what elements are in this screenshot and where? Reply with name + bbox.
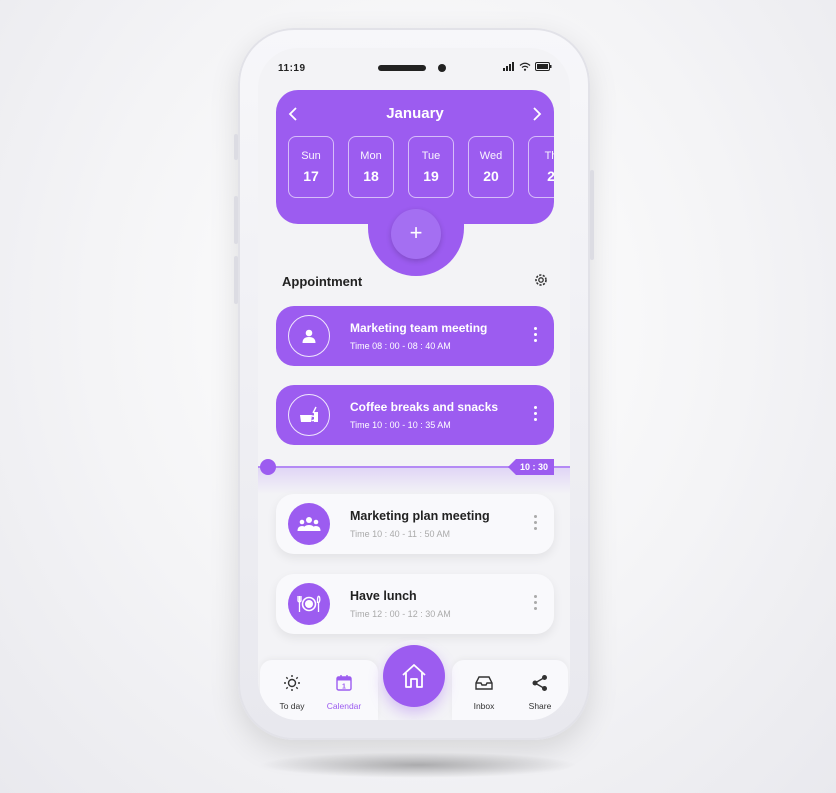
day-date: 18 [363,168,379,184]
share-icon [532,675,547,691]
day-name: Th [544,150,554,162]
appointment-time: Time 08 : 00 - 08 : 40 AM [350,341,451,351]
calendar-card: January Sun 17 Mon 18 Tue 19 Wed 20 T 2 [276,90,554,224]
tab-label: Calendar [326,701,362,711]
tab-label: To day [279,701,305,711]
appointment-card[interactable]: Have lunch Time 12 : 00 - 12 : 30 AM [276,574,554,634]
inbox-icon [475,676,493,690]
day-name: Mon [360,150,382,162]
day-wed[interactable]: Wed 20 [468,136,514,198]
add-appointment-button[interactable]: + [391,209,441,259]
phone-screen: 11:19 January Sun 17 Mon 18 Tue 19 Wed 2… [258,48,570,720]
day-date: 20 [483,168,499,184]
battery-icon [535,62,552,71]
tab-label: Inbox [473,701,495,711]
day-name: Wed [479,150,503,162]
month-title: January [386,105,444,122]
front-camera [438,64,446,72]
mute-switch [234,134,238,160]
chevron-right-icon[interactable] [526,104,546,124]
day-mon[interactable]: Mon 18 [348,136,394,198]
tab-inbox[interactable]: Inbox [456,674,512,711]
appointment-time: Time 12 : 00 - 12 : 30 AM [350,609,451,619]
appointment-title: Coffee breaks and snacks [350,400,499,414]
home-button[interactable] [383,645,445,707]
phone-shadow [258,752,578,778]
plate-icon [288,583,330,625]
tab-today[interactable]: To day [264,674,320,711]
volume-up-button [234,196,238,244]
day-date: 2 [547,168,554,184]
calendar-icon: 1 [336,675,352,691]
month-header: January [276,102,554,126]
status-time: 11:19 [278,63,306,74]
person-icon [288,315,330,357]
power-button [590,170,594,260]
tab-share[interactable]: Share [512,674,568,711]
sun-icon [284,675,300,691]
appointment-card[interactable]: Marketing team meeting Time 08 : 00 - 08… [276,306,554,366]
status-bar: 11:19 [258,48,570,88]
appointment-title: Have lunch [350,589,417,603]
appointment-time: Time 10 : 00 - 10 : 35 AM [350,420,451,430]
more-options-icon[interactable] [530,512,540,534]
calendar-icon-day: 1 [342,684,346,691]
home-icon [402,664,426,688]
day-tue[interactable]: Tue 19 [408,136,454,198]
signal-icon [503,62,514,71]
appointment-title: Marketing team meeting [350,321,488,335]
tab-calendar[interactable]: 1 Calendar [316,674,372,711]
day-sun[interactable]: Sun 17 [288,136,334,198]
speaker-grille [378,65,426,71]
appointment-title: Marketing plan meeting [350,509,490,523]
more-options-icon[interactable] [530,403,540,425]
day-name: Sun [301,150,321,162]
more-options-icon[interactable] [530,592,540,614]
gear-icon[interactable] [533,272,549,288]
appointment-card[interactable]: Coffee breaks and snacks Time 10 : 00 - … [276,385,554,445]
group-icon [288,503,330,545]
day-date: 19 [423,168,439,184]
appointment-time: Time 10 : 40 - 11 : 50 AM [350,529,451,539]
more-options-icon[interactable] [530,324,540,346]
tab-label: Share [528,701,552,711]
section-title: Appointment [282,274,363,289]
day-name: Tue [421,150,441,162]
day-date: 17 [303,168,319,184]
current-time-tag: 10 : 30 [508,459,554,475]
day-thu[interactable]: Th 2 [528,136,554,198]
coffee-icon [288,394,330,436]
day-strip: Sun 17 Mon 18 Tue 19 Wed 20 Th 2 [288,136,554,200]
appointment-card[interactable]: Marketing plan meeting Time 10 : 40 - 11… [276,494,554,554]
current-time-dot[interactable] [260,459,276,475]
wifi-icon [519,62,531,71]
status-icons [503,62,552,71]
volume-down-button [234,256,238,304]
